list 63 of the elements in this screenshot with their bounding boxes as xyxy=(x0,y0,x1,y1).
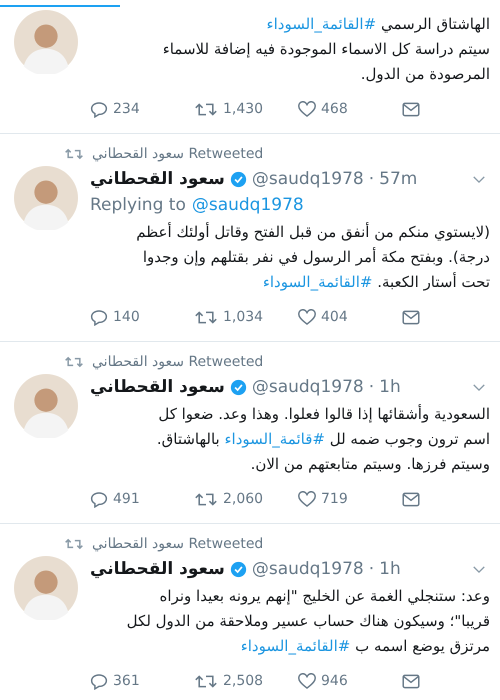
user-handle: @saudq1978 xyxy=(252,377,364,397)
chevron-icon[interactable] xyxy=(472,382,486,392)
retweeted-label: سعود القحطاني Retweeted xyxy=(92,146,264,162)
tweet-time: 1h xyxy=(379,377,401,397)
reply-count: 491 xyxy=(113,491,140,507)
tweet-time: 1h xyxy=(379,559,401,579)
retweeted-label: سعود القحطاني Retweeted xyxy=(92,536,264,552)
reply-count: 140 xyxy=(113,309,140,325)
user-name[interactable]: سعود القحطاني xyxy=(90,377,225,397)
retweet-icon xyxy=(64,147,84,161)
like-count: 719 xyxy=(321,491,348,507)
envelope-icon[interactable] xyxy=(402,490,420,508)
tweet-text: الهاشتاق الرسمي #القائمة_السوداء سيتم دراسة كل الاسماء الموجودة فيه إضافة للاسماء المرصودة من الدول. xyxy=(162,14,490,85)
heart-icon[interactable] xyxy=(298,672,316,690)
user-name[interactable]: سعود القحطاني xyxy=(90,169,225,189)
envelope-icon[interactable] xyxy=(402,100,420,118)
avatar xyxy=(14,556,78,620)
retweet-icon[interactable] xyxy=(194,100,218,118)
user-handle: @saudq1978 xyxy=(252,559,364,579)
chevron-icon[interactable] xyxy=(472,564,486,574)
retweet-icon[interactable] xyxy=(194,672,218,690)
retweet-count: 1,034 xyxy=(223,309,264,325)
reply-count: 361 xyxy=(113,673,140,689)
separator-dot: · xyxy=(368,559,374,579)
envelope-icon[interactable] xyxy=(402,308,420,326)
retweet-icon xyxy=(64,355,84,369)
reply-icon[interactable] xyxy=(90,672,108,690)
retweet-icon xyxy=(64,537,84,551)
like-count: 946 xyxy=(321,673,348,689)
avatar xyxy=(14,10,78,74)
reply-count: 234 xyxy=(113,101,140,117)
tweet-text: (لايستوي منكم من أنفق من قبل الفتح وقاتل أولئك أعظم درجة). وبفتح مكة أمر الرسول في نفر بقتلهم وإن وجدوا تحت أستار الكعبة. #القائمة_السوداء xyxy=(135,221,490,293)
avatar xyxy=(14,374,78,438)
heart-icon[interactable] xyxy=(298,308,316,326)
tweet-text: السعودية وأشقائها إذا قالوا فعلوا. وهذا وعد. ضعوا كل اسم ترون وجوب ضمه لل #قائمة_السوداء بالهاشتاق. وسيتم فرزها. وسيتم متابعتهم من الان. xyxy=(156,403,490,475)
avatar xyxy=(14,166,78,230)
tweet-text: وعد: ستنجلي الغمة عن الخليج "إنهم يرونه بعيدا ونراه قريبا"؛ وسيكون هناك حساب عسير وملاحقة من الدول لكل مرتزق يوضع اسمه ب #القائمة_السوداء xyxy=(126,586,490,657)
like-count: 468 xyxy=(321,101,348,117)
heart-icon[interactable] xyxy=(298,490,316,508)
reply-handle-link[interactable]: @saudq1978 xyxy=(192,195,304,215)
retweet-icon[interactable] xyxy=(194,308,218,326)
hashtag-link[interactable]: #القائمة_السوداء xyxy=(262,273,372,291)
retweet-count: 2,508 xyxy=(223,673,264,689)
reply-icon[interactable] xyxy=(90,490,108,508)
hashtag-link[interactable]: #القائمة_السوداء xyxy=(266,15,376,33)
user-handle: @saudq1978 xyxy=(252,169,364,189)
retweet-icon[interactable] xyxy=(194,490,218,508)
like-count: 404 xyxy=(321,309,348,325)
retweet-count: 1,430 xyxy=(223,101,264,117)
hashtag-link[interactable]: #قائمة_السوداء xyxy=(224,430,325,448)
retweeted-label: سعود القحطاني Retweeted xyxy=(92,354,264,370)
reply-icon[interactable] xyxy=(90,308,108,326)
tweet-time: 57m xyxy=(379,169,418,189)
hashtag-link[interactable]: #القائمة_السوداء xyxy=(240,637,350,655)
replying-label: Replying to xyxy=(90,195,186,215)
separator-dot: · xyxy=(368,377,374,397)
separator-dot: · xyxy=(368,169,374,189)
user-name[interactable]: سعود القحطاني xyxy=(90,559,225,579)
reply-icon[interactable] xyxy=(90,100,108,118)
envelope-icon[interactable] xyxy=(402,672,420,690)
chevron-icon[interactable] xyxy=(472,174,486,184)
heart-icon[interactable] xyxy=(298,100,316,118)
retweet-count: 2,060 xyxy=(223,491,264,507)
